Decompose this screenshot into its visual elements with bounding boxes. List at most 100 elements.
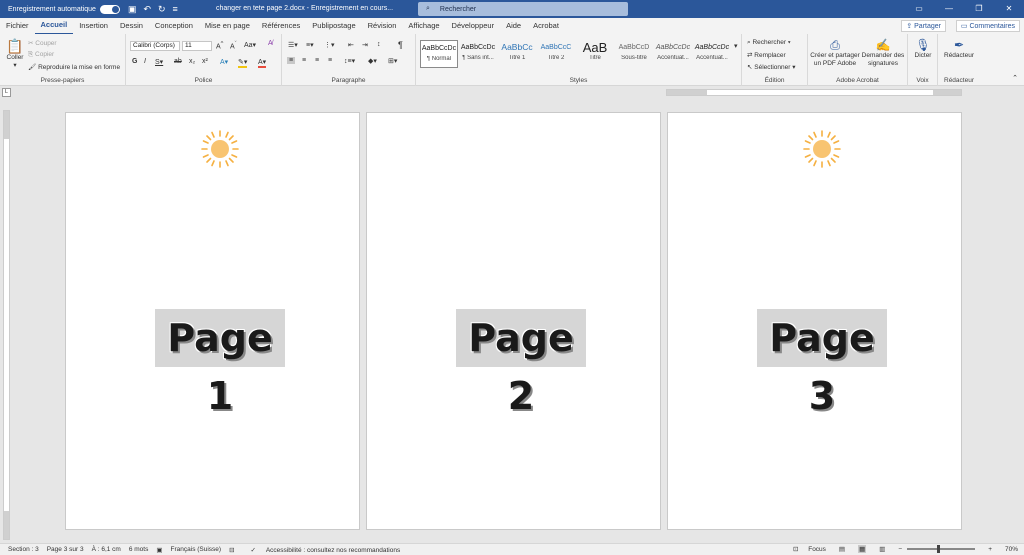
tab-view[interactable]: Affichage (402, 18, 445, 34)
comments-button[interactable]: ▭ Commentaires (955, 20, 1020, 32)
minimize-icon[interactable]: — (934, 0, 964, 18)
change-case-icon[interactable]: Aa▾ (244, 41, 256, 49)
shading-icon[interactable]: ◆▾ (368, 57, 377, 65)
collapse-ribbon-icon[interactable]: ⌃ (1012, 74, 1018, 82)
print-layout-icon[interactable]: ▦ (858, 545, 867, 553)
vertical-ruler[interactable] (3, 110, 10, 540)
read-mode-icon[interactable]: ▤ (839, 545, 845, 553)
style-normal[interactable]: AaBbCcDc ¶ Normal (420, 40, 458, 68)
page-3[interactable]: Page 3 (667, 112, 962, 530)
styles-more-icon[interactable]: ▾ (734, 42, 738, 50)
zoom-level[interactable]: 70% (1005, 546, 1018, 553)
copy-button[interactable]: ⎘ Copier (28, 51, 54, 59)
tab-mailings[interactable]: Publipostage (306, 18, 361, 34)
share-button[interactable]: ⇪ Partager (901, 20, 946, 32)
sort-icon[interactable]: ↕ (377, 41, 381, 48)
section-indicator[interactable]: Section : 3 (8, 546, 39, 553)
paste-button[interactable]: 📋 Coller ▾ (4, 38, 26, 69)
page-indicator[interactable]: Page 3 sur 3 (47, 546, 84, 553)
pilcrow-icon[interactable]: ¶ (398, 40, 403, 50)
page-1[interactable]: Page 1 (65, 112, 360, 530)
language-indicator[interactable]: Français (Suisse) (171, 546, 222, 553)
tab-review[interactable]: Révision (362, 18, 403, 34)
style-title[interactable]: AaB Titre (576, 40, 614, 68)
style-heading2[interactable]: AaBbCcC Titre 2 (537, 40, 575, 68)
dictate-button[interactable]: 🎙 Dicter (909, 38, 937, 60)
font-size-combo[interactable]: 11 (182, 41, 212, 51)
web-layout-icon[interactable]: ▥ (879, 545, 885, 553)
tab-insert[interactable]: Insertion (73, 18, 114, 34)
tab-layout[interactable]: Mise en page (199, 18, 256, 34)
align-right-icon[interactable]: ≡ (315, 57, 319, 64)
customize-icon[interactable]: ≡ (173, 4, 178, 15)
clear-format-icon[interactable]: A̸ (268, 40, 273, 47)
decrease-indent-icon[interactable]: ⇤ (348, 41, 354, 49)
highlight-icon[interactable]: ✎▾ (238, 58, 248, 68)
style-subtitle[interactable]: AaBbCcD Sous-titre (615, 40, 653, 68)
shrink-font-icon[interactable]: Aˇ (230, 41, 237, 50)
zoom-out-icon[interactable]: − (898, 546, 902, 553)
cut-button[interactable]: ✂ Couper (28, 39, 57, 47)
track-changes-icon[interactable]: ⊟ (229, 546, 234, 554)
font-color-icon[interactable]: A▾ (258, 58, 267, 68)
search-box[interactable]: ⌕ Rechercher (418, 2, 628, 16)
accessibility-status[interactable]: ✓ Accessibilité : consultez nos recomman… (243, 546, 401, 554)
close-icon[interactable]: ✕ (994, 0, 1024, 18)
underline-icon[interactable]: S▾ (155, 58, 163, 66)
zoom-in-icon[interactable]: + (988, 546, 992, 553)
select-button[interactable]: ↖ Sélectionner ▾ (747, 63, 795, 71)
ribbon-display-icon[interactable]: ▭ (904, 0, 934, 18)
redo-icon[interactable]: ↻ (158, 4, 166, 15)
style-heading1[interactable]: AaBbCc Titre 1 (498, 40, 536, 68)
grow-font-icon[interactable]: A^ (216, 41, 223, 50)
document-workspace[interactable]: Page 1 Page 2 Page 3 (12, 100, 1024, 543)
document-title[interactable]: changer en tete page 2.docx - Enregistre… (216, 5, 393, 12)
bold-icon[interactable]: G (132, 58, 137, 65)
request-signatures-button[interactable]: ✍ Demander des signatures (860, 38, 906, 67)
numbering-icon[interactable]: ≡▾ (306, 41, 314, 49)
tab-draw[interactable]: Dessin (114, 18, 149, 34)
style-no-spacing[interactable]: AaBbCcDc ¶ Sans int... (459, 40, 497, 68)
borders-icon[interactable]: ⊞▾ (388, 57, 397, 65)
editor-button[interactable]: ✒ Rédacteur (940, 38, 978, 60)
focus-button[interactable]: ⊡ Focus (785, 545, 826, 553)
tab-developer[interactable]: Développeur (446, 18, 501, 34)
font-name-combo[interactable]: Calibri (Corps) (130, 41, 180, 51)
line-spacing-icon[interactable]: ↕≡▾ (344, 57, 355, 65)
bullets-icon[interactable]: ☰▾ (288, 41, 298, 49)
style-emphasis1[interactable]: AaBbCcDc Accentuat... (654, 40, 692, 68)
tab-selector[interactable]: L (2, 88, 11, 97)
tab-help[interactable]: Aide (500, 18, 527, 34)
superscript-icon[interactable]: x² (202, 58, 208, 65)
italic-icon[interactable]: I (144, 58, 146, 65)
text-effects-icon[interactable]: A▾ (220, 58, 228, 66)
zoom-slider[interactable] (907, 545, 976, 553)
find-button[interactable]: ⌕ Rechercher ▾ (747, 39, 791, 47)
subscript-icon[interactable]: x₂ (189, 58, 195, 65)
undo-icon[interactable]: ↶ (143, 4, 151, 15)
save-icon[interactable]: ▣ (128, 4, 137, 15)
tab-file[interactable]: Fichier (0, 18, 35, 34)
tab-design[interactable]: Conception (149, 18, 199, 34)
autosave-toggle[interactable] (99, 4, 120, 14)
word-count[interactable]: 6 mots (129, 546, 149, 553)
proofing-icon[interactable]: ▣ (156, 546, 162, 554)
align-center-icon[interactable]: ≡ (302, 57, 306, 64)
replace-button[interactable]: ⇄ Remplacer (747, 51, 786, 59)
tab-references[interactable]: Références (256, 18, 306, 34)
increase-indent-icon[interactable]: ⇥ (362, 41, 368, 49)
multilevel-icon[interactable]: ⋮▾ (324, 41, 335, 49)
position-indicator[interactable]: À : 6,1 cm (92, 546, 121, 553)
create-pdf-button[interactable]: ⎙ Créer et partager un PDF Adobe (810, 38, 860, 67)
justify-icon[interactable]: ≡ (328, 57, 332, 64)
group-editor: ✒ Rédacteur Rédacteur (938, 34, 980, 86)
page-2[interactable]: Page 2 (366, 112, 661, 530)
horizontal-ruler[interactable] (666, 89, 962, 96)
align-left-icon[interactable]: ≡ (287, 57, 296, 64)
strikethrough-icon[interactable]: ab (174, 58, 182, 65)
style-emphasis2[interactable]: AaBbCcDc Accentuat... (693, 40, 731, 68)
restore-icon[interactable]: ❐ (964, 0, 994, 18)
format-painter-button[interactable]: 🖌 Reproduire la mise en forme (28, 63, 120, 71)
tab-home[interactable]: Accueil (34, 17, 74, 35)
tab-acrobat[interactable]: Acrobat (527, 18, 565, 34)
